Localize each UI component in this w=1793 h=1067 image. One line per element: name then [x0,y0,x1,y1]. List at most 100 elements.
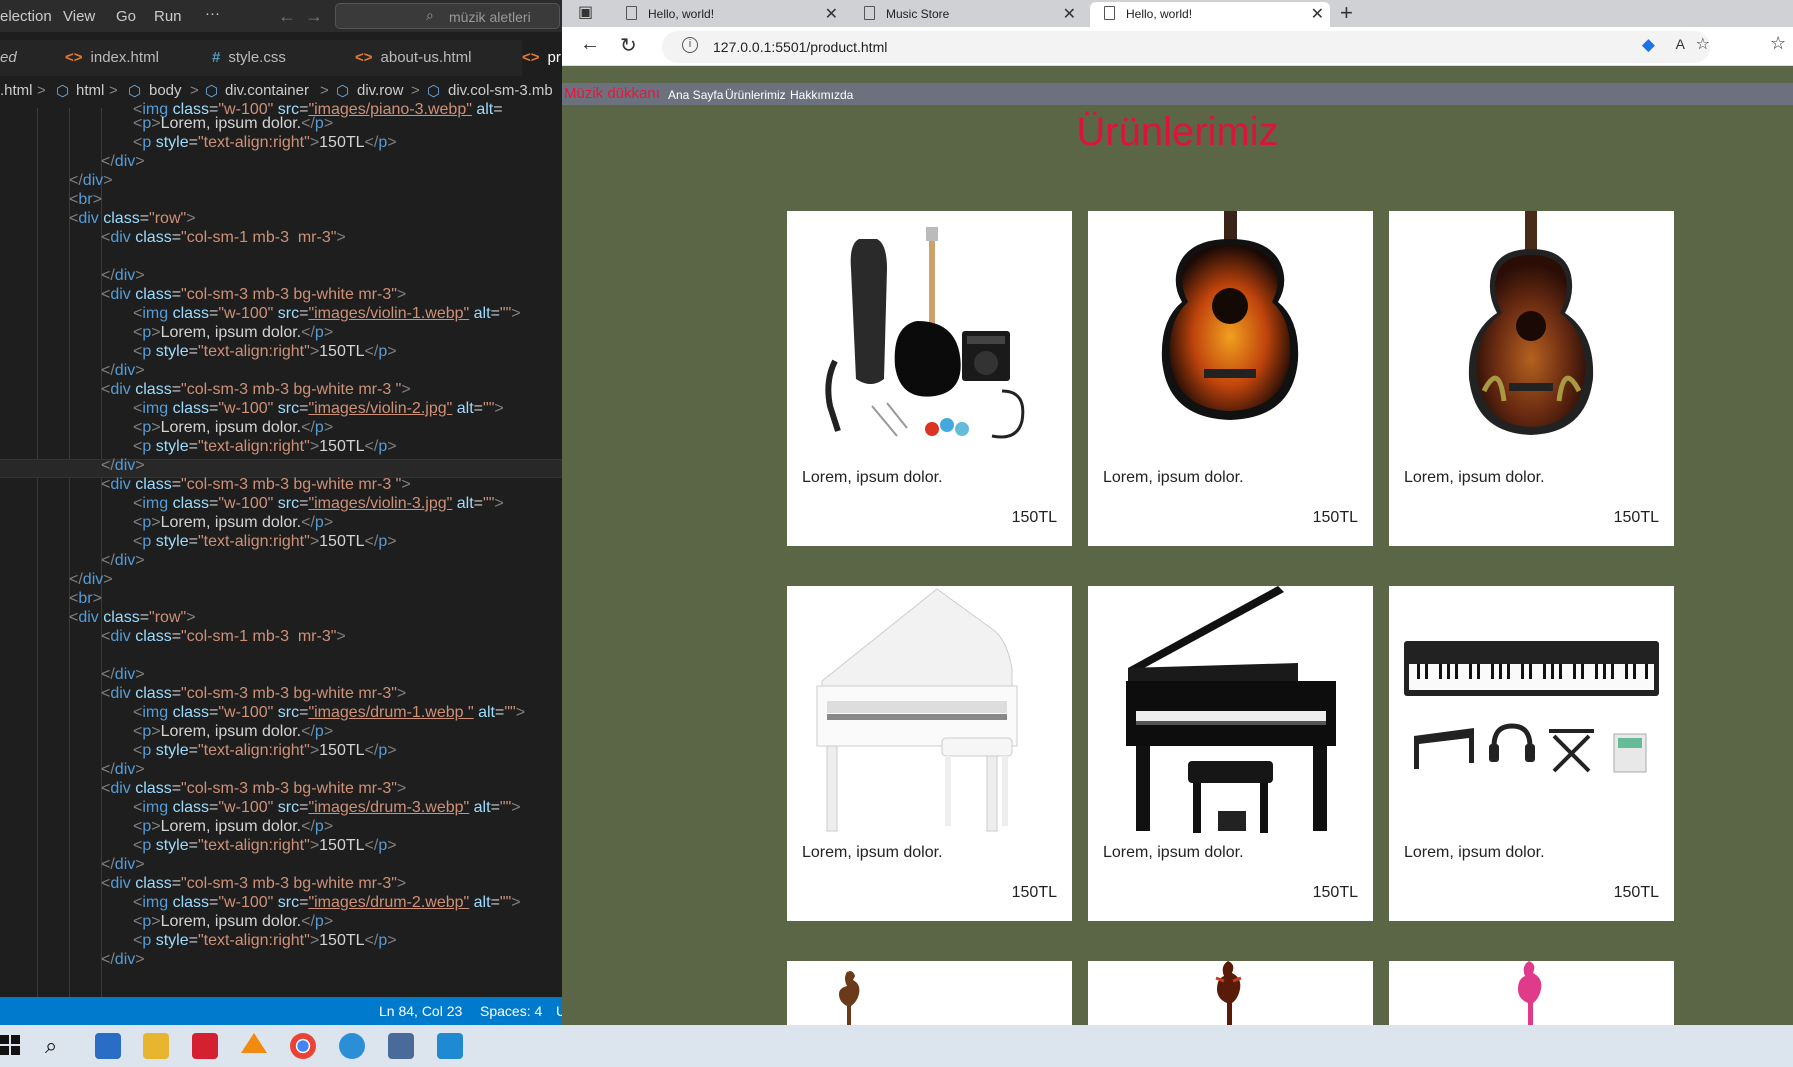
search-text: müzik aletleri [449,9,531,25]
breadcrumb-item[interactable]: div.row [357,82,403,99]
cursor-position[interactable]: Ln 84, Col 23 [379,1003,462,1019]
menu-run[interactable]: Run [154,8,182,25]
element-icon: ⬡ [205,83,219,100]
close-icon[interactable]: ✕ [1311,4,1324,24]
product-card-partial[interactable] [1088,961,1373,1025]
back-arrow-icon[interactable]: ← [580,33,600,56]
code-line: </div> [101,457,145,474]
code-line: <div class="col-sm-3 mb-3 bg-white mr-3 … [101,381,411,398]
product-description: Lorem, ipsum dolor. [1103,469,1244,486]
code-line: <img class="w-100" src="images/drum-2.we… [133,894,521,911]
violin-icon [1215,961,1242,1025]
tag-icon[interactable]: ◆ [1642,35,1655,55]
nav-link-about[interactable]: Hakkımızda [790,88,853,102]
back-arrow-icon[interactable]: ← [278,6,296,27]
product-price: 150TL [1312,509,1358,526]
tab-actions-icon[interactable]: ▣ [578,2,593,22]
breadcrumb-item[interactable]: div.col-sm-3.mb [448,82,553,99]
tab-index-html[interactable]: <> index.html [65,40,159,76]
browser-tab-2[interactable]: Music Store ✕ [850,2,1082,27]
page-icon [1104,6,1115,20]
tab-previous[interactable]: ed [0,40,17,76]
code-line: <img class="w-100" src="images/violin-3.… [133,495,504,512]
chrome-icon[interactable] [290,1033,316,1059]
web-page: Müzik dükkanı Ana Sayfa Ürünlerimiz Hakk… [562,66,1793,1025]
html-file-icon: <> [522,49,540,66]
page-navbar: Müzik dükkanı Ana Sayfa Ürünlerimiz Hakk… [562,83,1793,105]
code-line: <p>Lorem, ipsum dolor.</p> [133,913,334,930]
forward-arrow-icon[interactable]: → [305,6,323,27]
product-description: Lorem, ipsum dolor. [1103,844,1244,861]
breadcrumb-separator: > [37,82,46,99]
violin-icon [1518,961,1542,1025]
menu-selection[interactable]: election [0,8,52,25]
code-line: <p>Lorem, ipsum dolor.</p> [133,514,334,531]
code-line: <p style="text-align:right">150TL</p> [133,837,397,854]
code-line: </div> [69,571,113,588]
read-aloud-icon[interactable]: A [1676,36,1685,52]
close-icon[interactable]: ✕ [825,4,838,24]
nav-link-products[interactable]: Ürünlerimiz [725,88,786,102]
product-price: 150TL [1011,509,1057,526]
indentation-status[interactable]: Spaces: 4 [480,1003,542,1019]
info-icon[interactable]: i [682,37,698,53]
start-icon[interactable] [0,1035,26,1061]
element-icon: ⬡ [128,83,142,100]
refresh-icon[interactable]: ↻ [620,33,637,58]
browser-tab-1[interactable]: Hello, world! ✕ [612,2,844,27]
nav-link-home[interactable]: Ana Sayfa [668,88,723,102]
page-icon [864,6,875,20]
new-tab-button[interactable]: + [1340,0,1353,26]
product-card[interactable]: Lorem, ipsum dolor. 150TL [1389,586,1674,921]
menu-go[interactable]: Go [116,8,136,25]
command-search-box[interactable]: ⌕ müzik aletleri [335,3,560,29]
breadcrumb-item[interactable]: html [76,82,104,99]
element-icon: ⬡ [336,83,350,100]
product-description: Lorem, ipsum dolor. [1404,844,1545,861]
tab-title: Hello, world! [648,7,715,21]
browser-tab-3[interactable]: Hello, world! ✕ [1090,2,1330,27]
store-icon[interactable] [95,1033,121,1059]
file-explorer-icon[interactable] [143,1033,169,1059]
search-icon: ⌕ [426,7,434,23]
favorites-icon[interactable]: ☆ [1770,33,1786,54]
indent-guide [69,108,70,998]
parlor-guitar-icon [1468,211,1594,435]
product-card[interactable]: Lorem, ipsum dolor. 150TL [1088,211,1373,546]
address-bar[interactable]: i 127.0.0.1:5501/product.html ◆ A ☆ [662,31,1710,63]
vlc-icon[interactable] [241,1033,267,1053]
tab-label: index.html [90,49,159,66]
browser-window: ▣ Hello, world! ✕ Music Store ✕ Hello, w… [562,0,1793,1025]
favorite-add-icon[interactable]: ☆ [1696,34,1710,54]
close-icon[interactable]: ✕ [1063,4,1076,24]
product-card[interactable]: Lorem, ipsum dolor. 150TL [1088,586,1373,921]
product-card-partial[interactable] [1389,961,1674,1025]
tab-product-html[interactable]: <> pr [522,40,562,76]
code-line: <div class="col-sm-3 mb-3 bg-white mr-3"… [101,685,407,702]
breadcrumb-item[interactable]: .html [0,82,33,99]
breadcrumb-item[interactable]: div.container [225,82,309,99]
code-line: <div class="row"> [69,609,196,626]
edge-icon[interactable] [339,1033,365,1059]
tab-title: Hello, world! [1126,7,1193,21]
product-card[interactable]: Lorem, ipsum dolor. 150TL [787,211,1072,546]
breadcrumb-item[interactable]: body [149,82,182,99]
html-file-icon: <> [65,49,83,66]
database-icon[interactable] [388,1033,414,1059]
product-card[interactable]: Lorem, ipsum dolor. 150TL [1389,211,1674,546]
acoustic-guitar-icon [1161,211,1299,420]
code-line: <p>Lorem, ipsum dolor.</p> [133,818,334,835]
code-line: <img class="w-100" src="images/drum-3.we… [133,799,521,816]
product-card-partial[interactable] [787,961,1072,1025]
product-card[interactable]: Lorem, ipsum dolor. 150TL [787,586,1072,921]
menu-view[interactable]: View [63,8,95,25]
site-brand[interactable]: Müzik dükkanı [564,85,660,102]
vscode-icon[interactable] [437,1033,463,1059]
menu-more[interactable]: ··· [205,5,220,22]
search-icon[interactable]: ⌕ [45,1033,71,1059]
browser-tabstrip: ▣ Hello, world! ✕ Music Store ✕ Hello, w… [562,0,1793,27]
page-title: Ürünlerimiz [1076,110,1279,154]
tab-style-css[interactable]: # style.css [212,40,286,76]
app-icon[interactable] [192,1033,218,1059]
tab-about-us-html[interactable]: <> about-us.html [355,40,471,76]
